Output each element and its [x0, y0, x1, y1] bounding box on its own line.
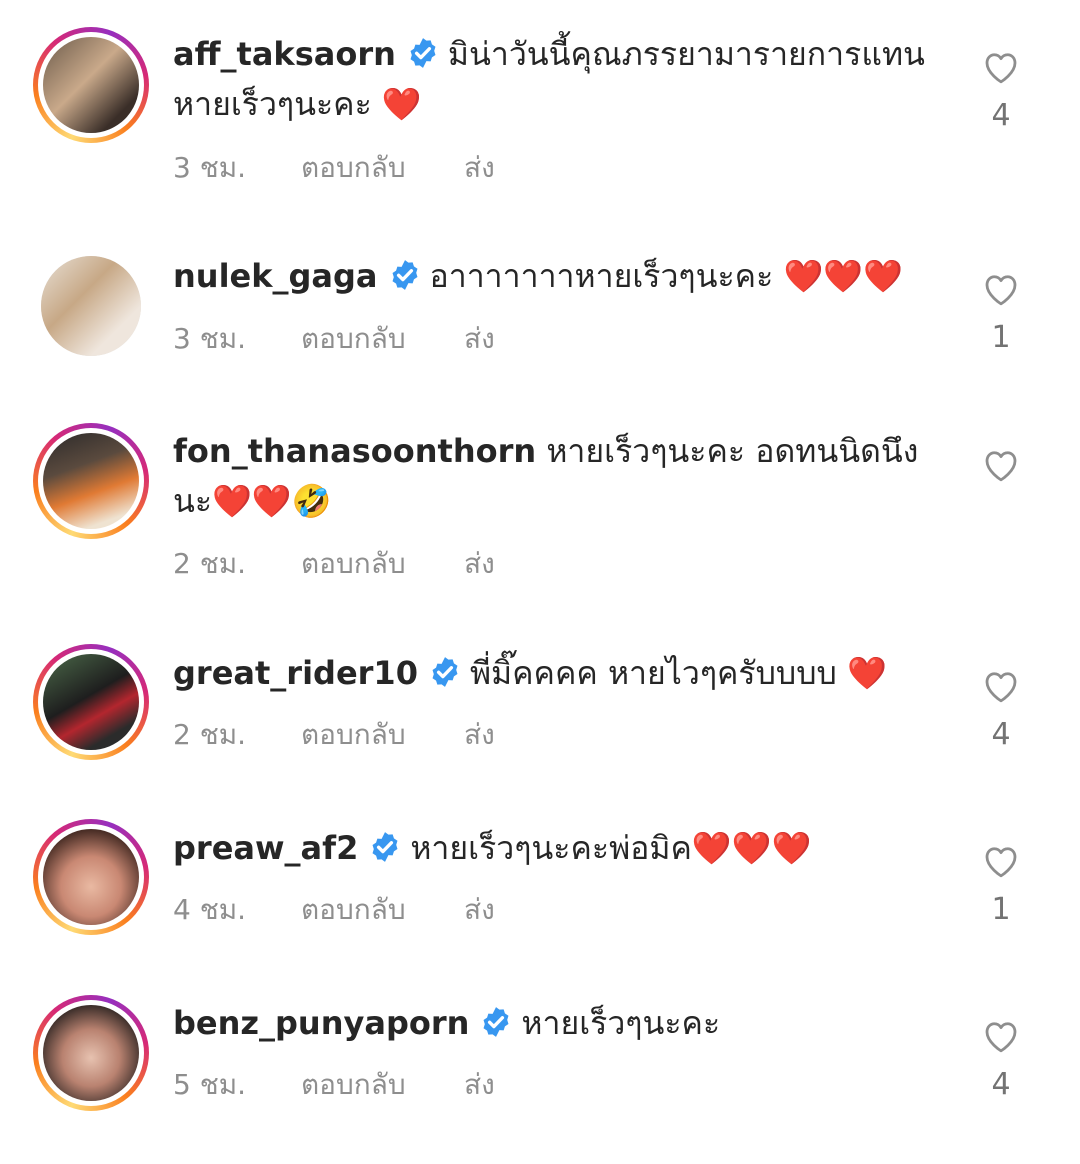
send-button[interactable]: ส่ง [464, 146, 495, 190]
comment-body: fon_thanasoonthorn หายเร็วๆนะคะ อดทนนิดน… [173, 426, 933, 526]
comment-actions: 2 ชม. ตอบกลับ ส่ง [173, 713, 495, 757]
comment-body: nulek_gaga อาาาาาาาหายเร็วๆนะคะ ❤️❤️❤️ [173, 251, 933, 301]
username[interactable]: benz_punyaporn [173, 1004, 469, 1042]
reply-button[interactable]: ตอบกลับ [301, 542, 464, 586]
comment-time: 5 ชม. [173, 1068, 247, 1101]
like-count: 4 [991, 1067, 1011, 1102]
comment-emoji: ❤️❤️🤣 [212, 482, 332, 520]
avatar[interactable] [33, 248, 149, 364]
comment-time: 4 ชม. [173, 893, 247, 926]
verified-badge-icon [432, 657, 458, 687]
avatar[interactable] [33, 644, 149, 760]
heart-outline-icon[interactable] [980, 46, 1022, 88]
heart-outline-icon[interactable] [980, 1015, 1022, 1057]
username[interactable]: great_rider10 [173, 654, 418, 692]
send-button[interactable]: ส่ง [464, 317, 495, 361]
reply-button[interactable]: ตอบกลับ [301, 317, 464, 361]
heart-outline-icon[interactable] [980, 444, 1022, 486]
send-button[interactable]: ส่ง [464, 1063, 495, 1107]
comment-time: 2 ชม. [173, 547, 247, 580]
comment-actions: 5 ชม. ตอบกลับ ส่ง [173, 1063, 495, 1107]
heart-outline-icon[interactable] [980, 840, 1022, 882]
comment-body: great_rider10 พี่มิ๊คคคค หายไวๆครับบบบ ❤️ [173, 648, 933, 698]
username[interactable]: aff_taksaorn [173, 35, 396, 73]
reply-button[interactable]: ตอบกลับ [301, 888, 464, 932]
comment-actions: 2 ชม. ตอบกลับ ส่ง [173, 542, 495, 586]
avatar[interactable] [33, 995, 149, 1111]
comment-time: 3 ชม. [173, 151, 247, 184]
like-count: 4 [991, 717, 1011, 752]
comment-text: หายเร็วๆนะคะ [521, 1004, 721, 1042]
verified-badge-icon [372, 832, 398, 862]
like-count: 4 [991, 98, 1011, 133]
send-button[interactable]: ส่ง [464, 888, 495, 932]
comment-emoji: ❤️❤️❤️ [691, 829, 812, 867]
username[interactable]: nulek_gaga [173, 257, 378, 295]
comment-actions: 4 ชม. ตอบกลับ ส่ง [173, 888, 495, 932]
comment-emoji: ❤️ [381, 85, 422, 123]
verified-badge-icon [392, 260, 417, 290]
username[interactable]: fon_thanasoonthorn [173, 432, 536, 470]
comment-text: พี่มิ๊คคคค หายไวๆครับบบบ [469, 654, 848, 692]
reply-button[interactable]: ตอบกลับ [301, 1063, 464, 1107]
reply-button[interactable]: ตอบกลับ [301, 146, 464, 190]
comment-body: aff_taksaorn มิน่าวันนี้คุณภรรยามารายการแ… [173, 29, 933, 129]
avatar[interactable] [33, 819, 149, 935]
comment-body: preaw_af2 หายเร็วๆนะคะพ่อมิค❤️❤️❤️ [173, 823, 933, 873]
comment-text: หายเร็วๆนะคะพ่อมิค [410, 829, 692, 867]
comment-actions: 3 ชม. ตอบกลับ ส่ง [173, 146, 495, 190]
comment-text: อาาาาาาาหายเร็วๆนะคะ [429, 257, 784, 295]
send-button[interactable]: ส่ง [464, 542, 495, 586]
avatar[interactable] [33, 423, 149, 539]
heart-outline-icon[interactable] [980, 665, 1022, 707]
reply-button[interactable]: ตอบกลับ [301, 713, 464, 757]
comment-time: 3 ชม. [173, 322, 247, 355]
like-count: 1 [991, 320, 1011, 355]
comment-time: 2 ชม. [173, 718, 247, 751]
username[interactable]: preaw_af2 [173, 829, 358, 867]
send-button[interactable]: ส่ง [464, 713, 495, 757]
comment-emoji: ❤️❤️❤️ [783, 257, 903, 295]
verified-badge-icon [483, 1007, 509, 1037]
comment-body: benz_punyaporn หายเร็วๆนะคะ [173, 998, 933, 1048]
comment-emoji: ❤️ [847, 654, 887, 692]
heart-outline-icon[interactable] [980, 268, 1022, 310]
comment-actions: 3 ชม. ตอบกลับ ส่ง [173, 317, 495, 361]
like-count: 1 [991, 892, 1011, 927]
verified-badge-icon [410, 38, 436, 68]
avatar[interactable] [33, 27, 149, 143]
